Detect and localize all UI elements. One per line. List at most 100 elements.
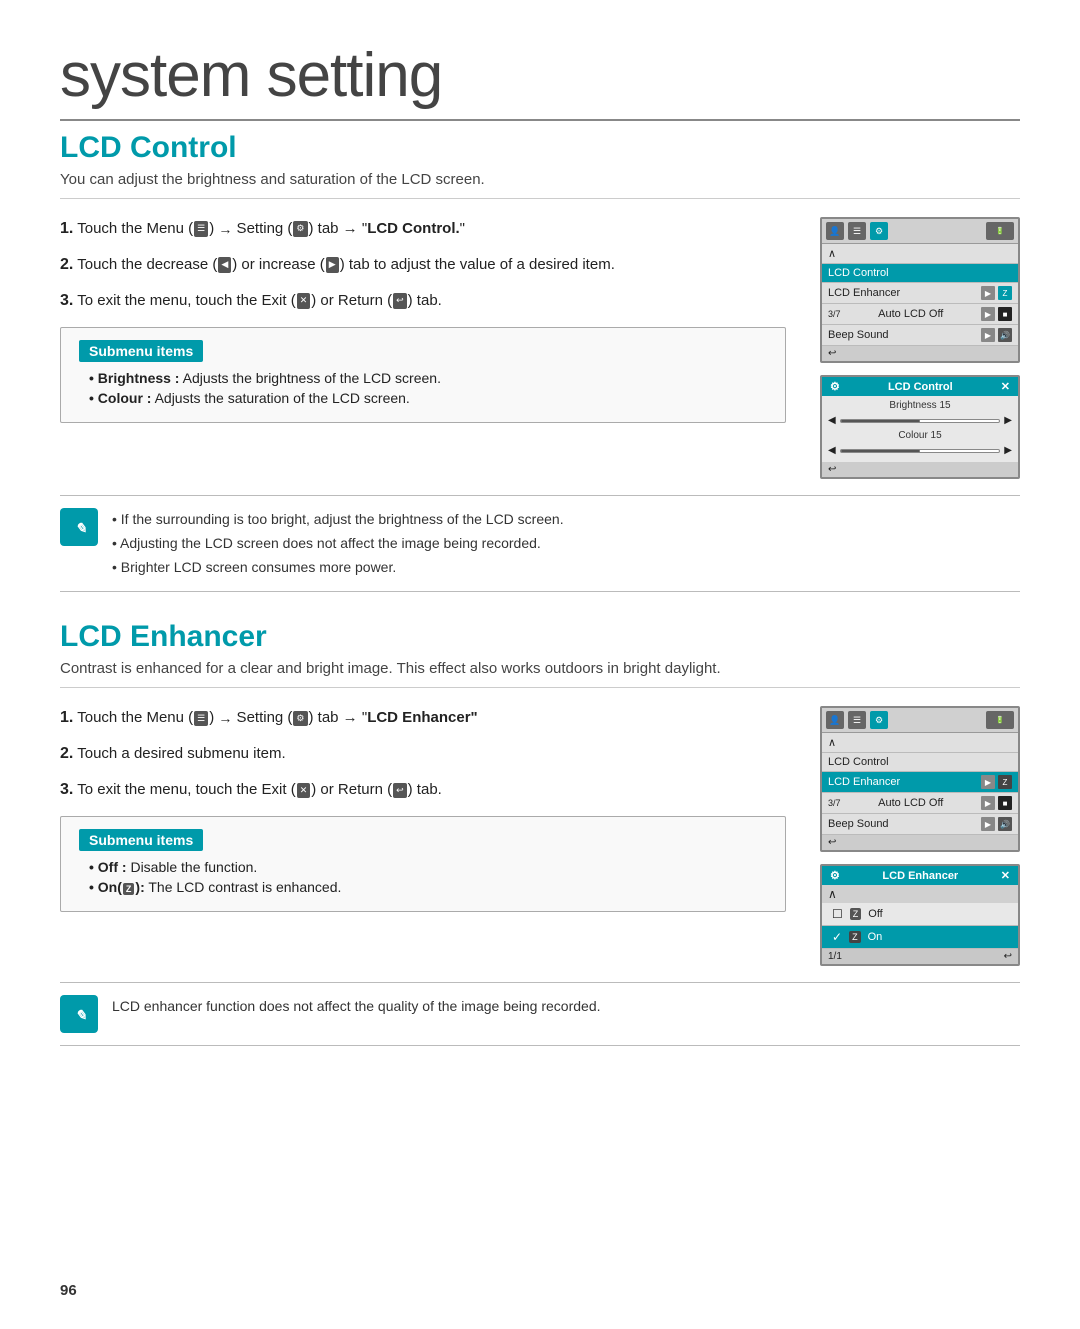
lcd-control-step-1: 1. Touch the Menu (☰) → Setting (⚙) tab …: [60, 217, 786, 241]
up-arrow-icon: ∧: [828, 247, 836, 260]
lcd-enhancer-screenshots: 👤 ☰ ⚙ 🔋 ∧ LCD Control: [810, 706, 1020, 966]
play-btn-3: ▶: [981, 328, 995, 342]
lcd-control-description: You can adjust the brightness and satura…: [60, 171, 1020, 199]
play-btn-4: ▶: [981, 775, 995, 789]
enhance-btn-2: Z: [998, 775, 1012, 789]
enh-on-row: ✓ Z On: [822, 926, 1018, 949]
enh-off-row: ☐ Z Off: [822, 903, 1018, 926]
menu-icon-sm: ☰: [848, 222, 866, 240]
lcd-control-label-mock2: LCD Control: [828, 756, 889, 768]
menu-icon-sm-2: ☰: [848, 711, 866, 729]
slider-back-row: ↩: [822, 462, 1018, 477]
mock-back-row-2: ↩: [822, 835, 1018, 850]
sound-btn-1: 🔊: [998, 328, 1012, 342]
mock-nav-up: ∧: [822, 244, 1018, 264]
up-arrow-icon-2: ∧: [828, 736, 836, 749]
lcd-control-steps: 1. Touch the Menu (☰) → Setting (⚙) tab …: [60, 217, 786, 479]
page-number: 96: [60, 1282, 77, 1299]
lcd-enhancer-heading: LCD Enhancer: [60, 620, 1020, 654]
mock-nav-up-2: ∧: [822, 733, 1018, 753]
brightness-fill: [841, 420, 920, 422]
black-btn-1: ■: [998, 307, 1012, 321]
right-arrow-brightness: ▶: [1004, 415, 1012, 426]
lcd-enhancer-description: Contrast is enhanced for a clear and bri…: [60, 660, 1020, 688]
lcd-enhancer-submenu-box: Submenu items Off : Disable the function…: [60, 816, 786, 912]
row-icons-enhancer: ▶ Z: [981, 286, 1012, 300]
colour-label: Colour 15: [822, 430, 1018, 441]
lcd-enhancer-mockup-menu: 👤 ☰ ⚙ 🔋 ∧ LCD Control: [820, 706, 1020, 852]
svg-text:✎: ✎: [75, 520, 87, 536]
return-icon: ↩: [393, 293, 407, 309]
close-icon-enh: ✕: [1001, 869, 1010, 882]
settings-icon-active-2: ⚙: [870, 711, 888, 729]
lcd-control-mockup-slider: ⚙ LCD Control ✕ Brightness 15 ◀ ▶ Colour…: [820, 375, 1020, 479]
settings-icon: ⚙: [293, 221, 307, 237]
back-icon-slider: ↩: [828, 464, 836, 475]
colour-fill: [841, 450, 920, 452]
submenu-title-2: Submenu items: [79, 829, 203, 851]
person-icon: 👤: [826, 222, 844, 240]
slider-content: Brightness 15 ◀ ▶ Colour 15 ◀: [822, 396, 1018, 462]
mockup-rows-2: ∧ LCD Control LCD Enhancer ▶ Z: [822, 733, 1018, 850]
lcd-control-step-2: 2. Touch the decrease (◀) or increase (▶…: [60, 253, 786, 277]
colour-slider-row: ◀ ▶: [822, 441, 1018, 460]
increase-icon: ▶: [326, 257, 339, 273]
mock2-row-lcd-enhancer: LCD Enhancer ▶ Z: [822, 772, 1018, 793]
colour-track: [840, 449, 1001, 453]
sound-btn-2: 🔊: [998, 817, 1012, 831]
lcd-control-submenu-box: Submenu items Brightness : Adjusts the b…: [60, 327, 786, 423]
brightness-label: Brightness 15: [822, 400, 1018, 411]
lcd-control-heading: LCD Control: [60, 131, 1020, 165]
person-icon-2: 👤: [826, 711, 844, 729]
mockup-header-2: 👤 ☰ ⚙ 🔋: [822, 708, 1018, 733]
mock2-row-lcd-control: LCD Control: [822, 753, 1018, 772]
beep-sound-label-mock: Beep Sound: [828, 329, 889, 341]
lcd-enhancer-body: 1. Touch the Menu (☰) → Setting (⚙) tab …: [60, 706, 1020, 966]
lcd-enhancer-step-3: 3. To exit the menu, touch the Exit (✕) …: [60, 778, 786, 802]
lcd-control-step-3: 3. To exit the menu, touch the Exit (✕) …: [60, 289, 786, 313]
auto-lcd-label-mock2: Auto LCD Off: [878, 797, 943, 809]
play-btn-1: ▶: [981, 286, 995, 300]
mockup-rows-1: ∧ LCD Control LCD Enhancer ▶ Z: [822, 244, 1018, 361]
play-btn-5: ▶: [981, 796, 995, 810]
on-enhance-icon: Z: [123, 883, 135, 895]
off-check: ☐: [832, 907, 843, 921]
menu-icon: ☰: [194, 221, 208, 237]
enh-step-1-num: 1.: [60, 709, 73, 726]
enh-return-icon: ↩: [393, 783, 407, 799]
close-icon-slider: ✕: [1001, 380, 1010, 393]
mock-back-row-1: ↩: [822, 346, 1018, 361]
left-arrow-brightness: ◀: [828, 415, 836, 426]
mock-row-lcd-enhancer: LCD Enhancer ▶ Z: [822, 283, 1018, 304]
submenu-item-brightness: Brightness : Adjusts the brightness of t…: [79, 370, 767, 386]
lcd-control-label-mock: LCD Control: [828, 267, 889, 279]
on-enhance-icon: Z: [849, 931, 861, 943]
play-btn-6: ▶: [981, 817, 995, 831]
decrease-icon: ◀: [218, 257, 231, 273]
lcd-enhancer-mockup-submenu: ⚙ LCD Enhancer ✕ ∧ ∨ ☐ Z Off ✓: [820, 864, 1020, 966]
lcd-enhancer-bold: LCD Enhancer": [367, 709, 477, 726]
lcd-enhancer-step-1: 1. Touch the Menu (☰) → Setting (⚙) tab …: [60, 706, 786, 730]
lcd-control-section: LCD Control You can adjust the brightnes…: [60, 131, 1020, 592]
off-label-enh: Off: [868, 908, 882, 920]
row-icons-auto-lcd-2: ▶ ■: [981, 796, 1012, 810]
lcd-control-screenshots: 👤 ☰ ⚙ 🔋 ∧ LCD Control: [810, 217, 1020, 479]
row-icons-beep: ▶ 🔊: [981, 328, 1012, 342]
mock2-row-auto-lcd: 3/7 Auto LCD Off ▶ ■: [822, 793, 1018, 814]
lcd-control-note-box: ✎ • If the surrounding is too bright, ad…: [60, 495, 1020, 592]
enhance-btn-1: Z: [998, 286, 1012, 300]
exit-icon: ✕: [297, 293, 311, 309]
off-enhance-icon: Z: [850, 908, 862, 920]
svg-text:✎: ✎: [75, 1007, 87, 1023]
note-icon-1: ✎: [60, 508, 98, 546]
back-icon-1: ↩: [828, 348, 836, 359]
lcd-enhancer-step-2: 2. Touch a desired submenu item.: [60, 742, 786, 766]
enh-menu-icon: ☰: [194, 711, 208, 727]
back-icon-2: ↩: [828, 837, 836, 848]
beep-sound-label-mock2: Beep Sound: [828, 818, 889, 830]
enh-nav-row: ∧ ∨: [822, 885, 1018, 903]
row-icons-beep-2: ▶ 🔊: [981, 817, 1012, 831]
lcd-enhancer-label-mock2: LCD Enhancer: [828, 776, 900, 788]
enh-page-nav: 1/1 ↩: [822, 949, 1018, 964]
mock-row-auto-lcd: 3/7 Auto LCD Off ▶ ■: [822, 304, 1018, 325]
